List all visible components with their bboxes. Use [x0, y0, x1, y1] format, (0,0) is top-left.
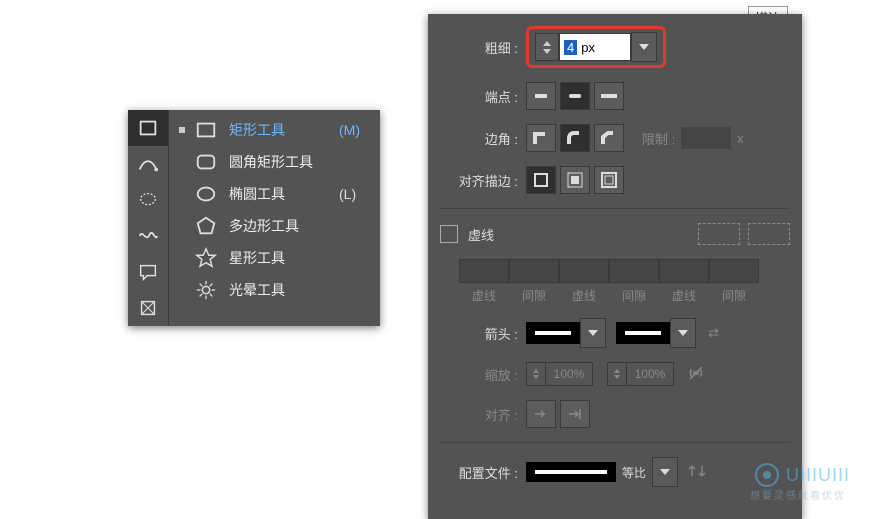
scale-start[interactable]: 100% — [526, 362, 593, 386]
selected-dot-icon — [179, 127, 185, 133]
flyout-label: 光晕工具 — [229, 280, 321, 300]
cap-round-button[interactable] — [560, 82, 590, 110]
flyout-label: 圆角矩形工具 — [229, 152, 321, 172]
profile-dropdown[interactable] — [652, 457, 678, 487]
row-weight: 粗细 : 4 px — [440, 26, 790, 68]
dash-presets — [698, 223, 790, 245]
tool-strip — [128, 110, 169, 326]
dashed-checkbox[interactable] — [440, 225, 458, 243]
dash-input-1[interactable] — [459, 259, 509, 283]
scale-start-value: 100% — [546, 362, 593, 386]
weight-highlight: 4 px — [526, 26, 666, 68]
scale-end-spinner[interactable] — [607, 362, 627, 386]
miter-limit-input[interactable] — [681, 127, 731, 149]
flyout-rectangle-tool[interactable]: 矩形工具 (M) — [169, 114, 374, 146]
dash-preset-1[interactable] — [698, 223, 740, 245]
weight-dropdown[interactable] — [631, 32, 657, 62]
label-scale: 缩放 : — [440, 365, 526, 384]
tool-artboard[interactable] — [128, 290, 168, 326]
label-corner: 边角 : — [440, 129, 526, 148]
dash-input-3[interactable] — [659, 259, 709, 283]
dash-table: 虚线 间隙 虚线 间隙 虚线 间隙 — [460, 259, 790, 304]
corner-round-button[interactable] — [560, 124, 590, 152]
flyout-label: 椭圆工具 — [229, 184, 321, 204]
label-arrow-align: 对齐 : — [440, 405, 526, 424]
watermark-sub: 想要灵感就看优优 — [750, 487, 846, 502]
dash-input-2[interactable] — [559, 259, 609, 283]
label-dashed: 虚线 — [468, 225, 494, 244]
arrow-end-swatch[interactable] — [616, 322, 670, 344]
gap-input-3[interactable] — [709, 259, 759, 283]
scale-end-value: 100% — [627, 362, 674, 386]
watermark: UIIIUIII — [754, 462, 850, 488]
rectangle-icon — [195, 119, 217, 141]
tool-rectangle[interactable] — [128, 110, 168, 146]
watermark-text: UIIIUIII — [786, 465, 850, 486]
align-inside-button[interactable] — [560, 166, 590, 194]
flyout-ellipse-tool[interactable]: 椭圆工具 (L) — [169, 178, 374, 210]
row-cap: 端点 : — [440, 82, 790, 110]
corner-bevel-button[interactable] — [594, 124, 624, 152]
flyout-shortcut: (M) — [339, 122, 360, 138]
align-outside-button[interactable] — [594, 166, 624, 194]
arrow-align-extend-button[interactable] — [526, 400, 556, 428]
flyout-label: 星形工具 — [229, 248, 321, 268]
ellipse-icon — [195, 183, 217, 205]
profile-value: 等比 — [622, 464, 646, 481]
gap-input-1[interactable] — [509, 259, 559, 283]
row-profile: 配置文件 : 等比 — [440, 442, 790, 487]
row-dashed: 虚线 — [440, 208, 790, 245]
star-icon — [195, 247, 217, 269]
weight-unit: px — [581, 40, 595, 55]
stroke-panel: 粗细 : 4 px 端点 : 边角 : 限制 : x 对齐 — [428, 14, 802, 519]
link-scale-icon[interactable] — [688, 365, 704, 384]
arrow-start-dropdown[interactable] — [580, 318, 606, 348]
label-profile: 配置文件 : — [440, 463, 526, 482]
swap-arrows-icon[interactable]: ⇄ — [708, 325, 719, 341]
cap-square-button[interactable] — [594, 82, 624, 110]
rounded-rectangle-icon — [195, 151, 217, 173]
row-arrowheads: 箭头 : ⇄ — [440, 318, 790, 348]
tool-lasso[interactable] — [128, 182, 168, 218]
profile-swatch[interactable] — [526, 462, 616, 482]
flyout-label: 矩形工具 — [229, 120, 321, 140]
tool-curvature[interactable] — [128, 146, 168, 182]
tool-warp[interactable] — [128, 218, 168, 254]
gap-input-2[interactable] — [609, 259, 659, 283]
limit-unit: x — [737, 131, 744, 146]
flyout-rounded-rectangle-tool[interactable]: 圆角矩形工具 — [169, 146, 374, 178]
polygon-icon — [195, 215, 217, 237]
arrow-align-end-button[interactable] — [560, 400, 590, 428]
scale-end[interactable]: 100% — [607, 362, 674, 386]
flip-profile-icon[interactable] — [688, 462, 706, 483]
label-arrow: 箭头 : — [440, 324, 526, 343]
arrow-end-dropdown[interactable] — [670, 318, 696, 348]
flyout-star-tool[interactable]: 星形工具 — [169, 242, 374, 274]
row-scale: 缩放 : 100% 100% — [440, 362, 790, 386]
weight-input[interactable]: 4 px — [559, 33, 631, 61]
label-weight: 粗细 : — [440, 38, 526, 57]
arrow-start-swatch[interactable] — [526, 322, 580, 344]
label-cap: 端点 : — [440, 87, 526, 106]
dash-preset-2[interactable] — [748, 223, 790, 245]
weight-value: 4 — [564, 40, 577, 55]
flyout-polygon-tool[interactable]: 多边形工具 — [169, 210, 374, 242]
flare-icon — [195, 279, 217, 301]
row-arrow-align: 对齐 : — [440, 400, 790, 428]
row-align-stroke: 对齐描边 : — [440, 166, 790, 194]
label-limit: 限制 : — [642, 129, 675, 148]
row-corner: 边角 : 限制 : x — [440, 124, 790, 152]
shape-tool-flyout: 矩形工具 (M) 圆角矩形工具 椭圆工具 (L) 多边形工具 — [128, 110, 380, 326]
align-center-button[interactable] — [526, 166, 556, 194]
cap-butt-button[interactable] — [526, 82, 556, 110]
scale-start-spinner[interactable] — [526, 362, 546, 386]
weight-spinner[interactable] — [535, 33, 559, 61]
flyout-list: 矩形工具 (M) 圆角矩形工具 椭圆工具 (L) 多边形工具 — [169, 110, 380, 326]
corner-miter-button[interactable] — [526, 124, 556, 152]
tool-speech[interactable] — [128, 254, 168, 290]
label-align-stroke: 对齐描边 : — [440, 171, 526, 190]
flyout-shortcut: (L) — [339, 186, 356, 202]
flyout-label: 多边形工具 — [229, 216, 321, 236]
flyout-flare-tool[interactable]: 光晕工具 — [169, 274, 374, 306]
